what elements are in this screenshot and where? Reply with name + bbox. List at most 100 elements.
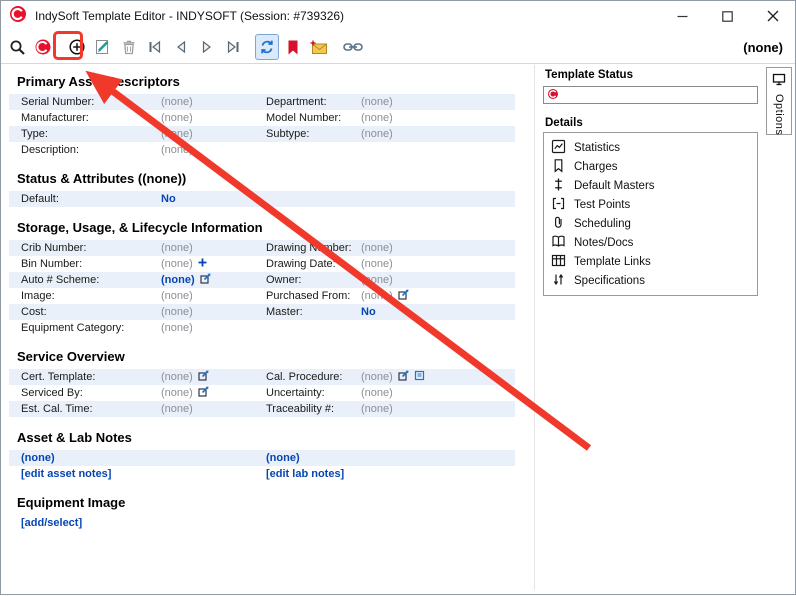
field-label: Department:: [266, 96, 361, 108]
detail-item-notes-docs[interactable]: Notes/Docs: [544, 233, 757, 252]
detail-item-label: Test Points: [574, 199, 630, 211]
add-bin-icon[interactable]: [198, 258, 207, 270]
detail-item-label: Notes/Docs: [574, 237, 633, 249]
field-label: Description:: [21, 144, 161, 156]
field-label: Cal. Procedure:: [266, 371, 361, 383]
previous-record-button[interactable]: [169, 34, 193, 60]
detail-item-label: Scheduling: [574, 218, 631, 230]
options-tab-label: Options: [773, 94, 785, 135]
close-button[interactable]: [750, 1, 795, 31]
field-value: (none): [161, 322, 193, 334]
field-label: Purchased From:: [266, 290, 361, 302]
field-label: Drawing Number:: [266, 242, 361, 254]
red-circle-button[interactable]: [31, 34, 55, 60]
search-button[interactable]: [5, 34, 29, 60]
add-record-button[interactable]: [65, 34, 89, 60]
goto-icon[interactable]: [398, 370, 409, 384]
red-circle-icon: [34, 38, 52, 56]
section-title-storage: Storage, Usage, & Lifecycle Information: [17, 220, 531, 235]
field-value: (none): [361, 290, 393, 302]
field-row: Manufacturer: (none) Model Number: (none…: [9, 110, 515, 126]
next-record-button[interactable]: [195, 34, 219, 60]
field-label: Image:: [21, 290, 161, 302]
field-value[interactable]: No: [161, 193, 176, 205]
template-status-input[interactable]: [543, 86, 758, 104]
section-title-service: Service Overview: [17, 349, 531, 364]
field-label: Drawing Date:: [266, 258, 361, 270]
field-label: Uncertainty:: [266, 387, 361, 399]
options-tab[interactable]: Options: [766, 67, 792, 135]
refresh-icon: [259, 39, 275, 55]
field-value: (none): [361, 242, 393, 254]
detail-item-statistics[interactable]: Statistics: [544, 138, 757, 157]
notes-values-row: (none) (none): [9, 450, 515, 466]
detail-item-test-points[interactable]: Test Points: [544, 195, 757, 214]
field-label: Est. Cal. Time:: [21, 403, 161, 415]
bookmark-button[interactable]: [281, 34, 305, 60]
detail-item-label: Specifications: [574, 275, 645, 287]
field-value-link[interactable]: No: [361, 306, 376, 318]
test-points-icon: [551, 196, 566, 214]
indysoft-template-editor-window: { "window": { "title": "IndySoft Templat…: [0, 0, 796, 595]
goto-icon[interactable]: [198, 386, 209, 400]
field-value: (none): [361, 112, 393, 124]
edit-asset-notes-link[interactable]: [edit asset notes]: [21, 468, 111, 480]
last-record-button[interactable]: [221, 34, 245, 60]
field-value: (none): [161, 112, 193, 124]
title-bar: IndySoft Template Editor - INDYSOFT (Ses…: [1, 1, 795, 31]
delete-record-button[interactable]: [117, 34, 141, 60]
minimize-button[interactable]: [660, 1, 705, 31]
field-row: Crib Number: (none) Drawing Number: (non…: [9, 240, 515, 256]
detail-item-template-links[interactable]: Template Links: [544, 252, 757, 271]
next-record-icon: [199, 39, 215, 55]
field-value: (none): [361, 96, 393, 108]
edit-record-button[interactable]: [91, 34, 115, 60]
field-row: Bin Number: (none) Drawing Date: (none): [9, 256, 515, 272]
email-button[interactable]: [307, 34, 331, 60]
specifications-icon: [551, 272, 566, 290]
goto-icon[interactable]: [198, 370, 209, 384]
notes-links-row: [edit asset notes] [edit lab notes]: [9, 466, 515, 482]
trash-icon: [120, 38, 138, 56]
envelope-icon: [309, 39, 329, 56]
template-status-label: Template Status: [545, 69, 758, 81]
field-value-link[interactable]: (none): [161, 274, 195, 286]
charges-icon: [551, 158, 566, 176]
field-label: Master:: [266, 306, 361, 318]
field-label: Traceability #:: [266, 403, 361, 415]
refresh-button[interactable]: [255, 34, 279, 60]
field-label: Auto # Scheme:: [21, 274, 161, 286]
last-record-icon: [225, 39, 241, 55]
section-title-notes: Asset & Lab Notes: [17, 430, 531, 445]
detail-item-charges[interactable]: Charges: [544, 157, 757, 176]
field-value: (none): [361, 387, 393, 399]
link-button[interactable]: [341, 34, 365, 60]
field-value: (none): [161, 258, 193, 270]
edit-lab-notes-link[interactable]: [edit lab notes]: [266, 468, 344, 480]
field-row: Cost: (none) Master: No: [9, 304, 515, 320]
goto-icon[interactable]: [398, 289, 409, 303]
field-value: (none): [361, 258, 393, 270]
section-title-primary: Primary Asset Descriptors: [17, 74, 531, 89]
field-label: Cert. Template:: [21, 371, 161, 383]
add-select-image-link[interactable]: [add/select]: [21, 517, 82, 529]
goto-icon[interactable]: [200, 273, 211, 287]
details-label: Details: [545, 117, 758, 129]
detail-item-scheduling[interactable]: Scheduling: [544, 214, 757, 233]
first-record-button[interactable]: [143, 34, 167, 60]
sidebar: Template Status Details Statistics Charg…: [543, 67, 758, 296]
field-label: Default:: [21, 193, 161, 205]
maximize-button[interactable]: [705, 1, 750, 31]
detail-item-label: Statistics: [574, 142, 620, 154]
detail-item-specifications[interactable]: Specifications: [544, 271, 757, 290]
field-value: (none): [361, 128, 393, 140]
toolbar: (none): [1, 31, 795, 64]
section-title-status: Status & Attributes ((none)): [17, 171, 531, 186]
previous-record-icon: [173, 39, 189, 55]
first-record-icon: [147, 39, 163, 55]
search-icon: [9, 39, 26, 56]
detail-item-default-masters[interactable]: Default Masters: [544, 176, 757, 195]
current-record-label: (none): [743, 40, 787, 55]
document-icon[interactable]: [414, 370, 425, 384]
asset-notes-value: (none): [21, 452, 55, 464]
